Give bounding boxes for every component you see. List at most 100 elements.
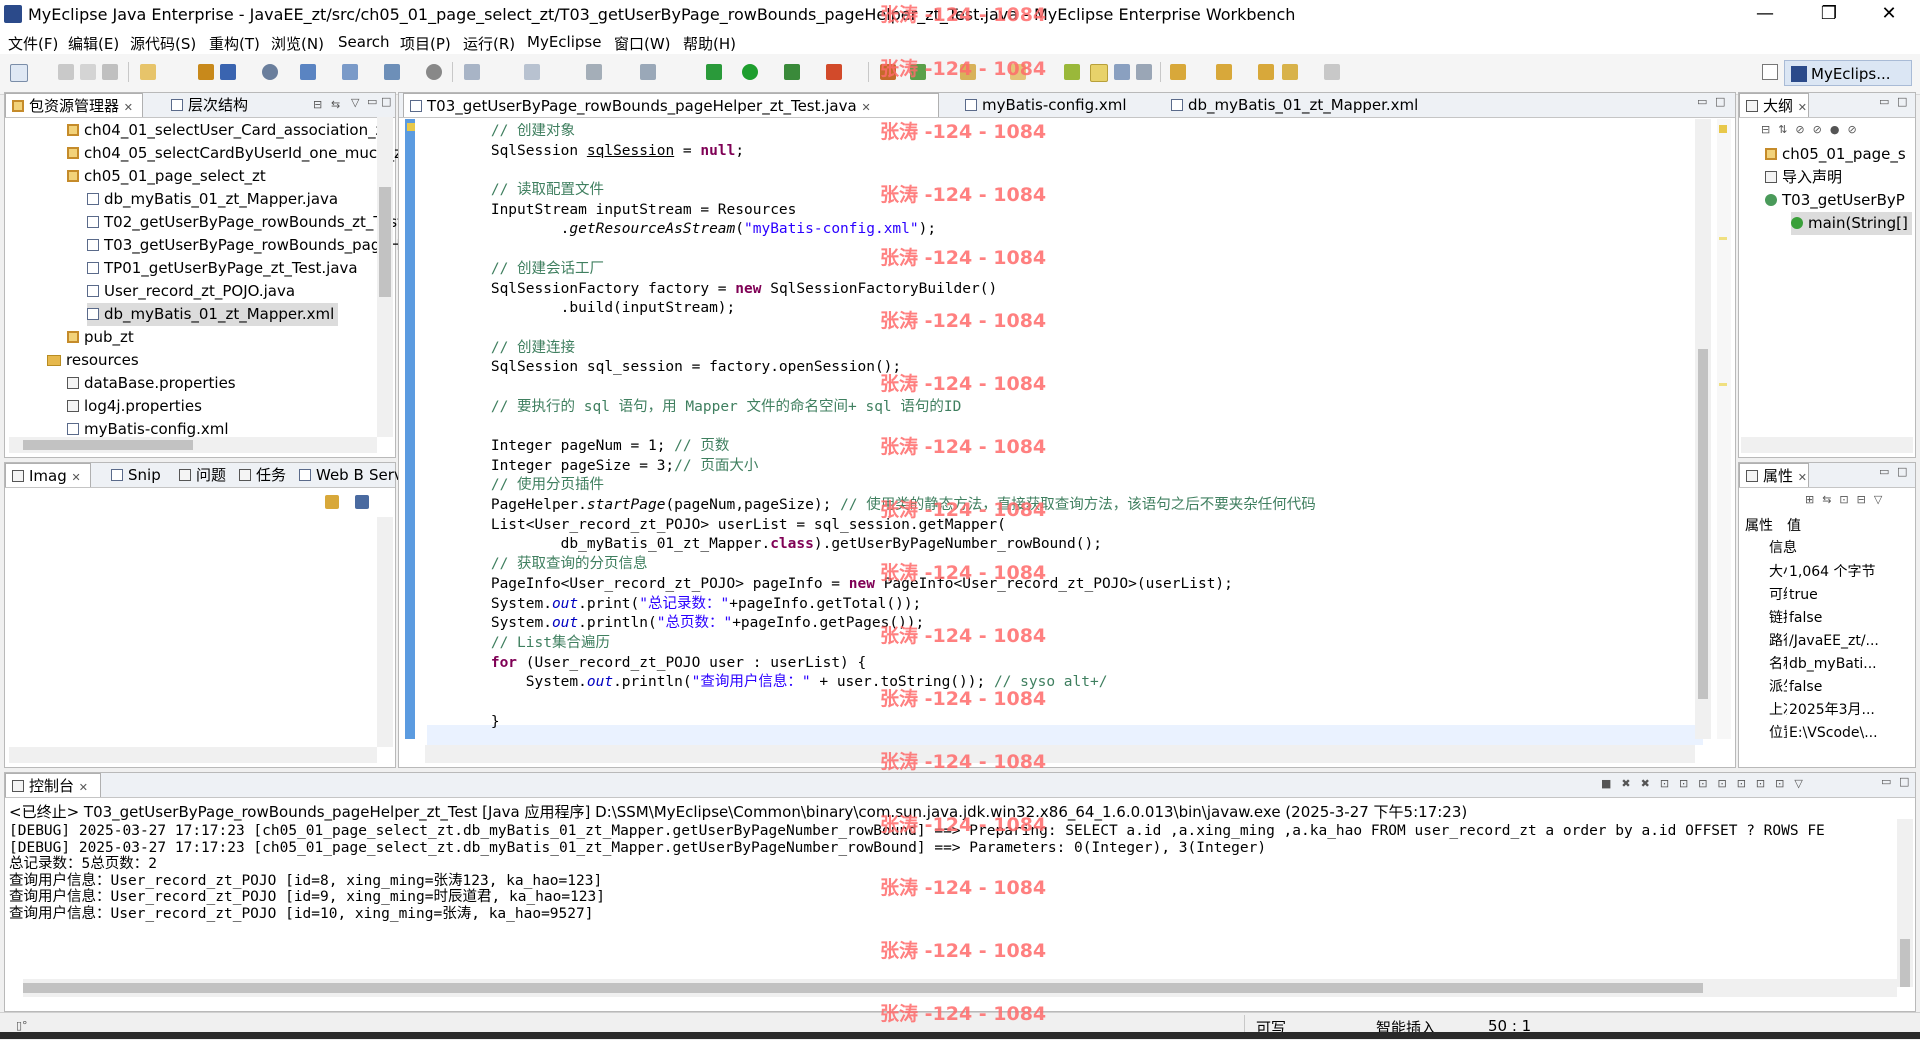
annotation-icon[interactable] (1064, 64, 1080, 80)
external-tools-icon[interactable] (826, 64, 842, 80)
tab-tasks[interactable]: 任务 (233, 463, 295, 487)
minimize-view-icon[interactable]: ▭ (1881, 775, 1891, 788)
minimize-view-icon[interactable]: ▭ (1879, 465, 1889, 478)
outline-item[interactable]: 导入声明 (1765, 166, 1842, 189)
code-line[interactable]: System.out.println("查询用户信息：" + user.toSt… (421, 674, 1691, 694)
new-project-icon[interactable] (140, 64, 156, 80)
back-history-icon[interactable] (464, 64, 480, 80)
coverage-icon[interactable] (784, 64, 800, 80)
minimize-view-icon[interactable]: ▭ (367, 95, 377, 108)
code-line[interactable] (421, 418, 1691, 438)
globe-icon[interactable] (426, 64, 442, 80)
tab-hierarchy[interactable]: 层次结构 (165, 93, 275, 117)
tab-properties[interactable]: 属性 ✕ (1739, 463, 1809, 487)
zoom-fit-icon[interactable] (355, 495, 369, 509)
menu-file[interactable]: 文件(F) (8, 33, 58, 54)
scrollbar-thumb[interactable] (1900, 939, 1910, 987)
horizontal-scrollbar[interactable] (425, 745, 1695, 763)
code-line[interactable]: // 创建对象 (421, 123, 1691, 143)
code-line[interactable]: // 创建连接 (421, 340, 1691, 360)
code-line[interactable]: // 创建会话工厂 (421, 261, 1691, 281)
maximize-view-icon[interactable]: □ (381, 95, 391, 108)
tree-item[interactable]: ch04_05_selectCardByUserId_one_much_zt (67, 142, 408, 165)
save-all-icon[interactable] (80, 64, 96, 80)
deploy-icon[interactable] (300, 64, 316, 80)
back-icon[interactable] (1282, 64, 1298, 80)
collapse-all-icon[interactable]: ⊟ (313, 98, 322, 111)
close-icon[interactable]: ✕ (72, 471, 81, 484)
code-line[interactable]: PageHelper.startPage(pageNum,pageSize); … (421, 497, 1691, 517)
scrollbar-thumb[interactable] (379, 187, 391, 297)
property-row[interactable]: 派生false (1739, 676, 1915, 699)
print-icon[interactable] (102, 64, 118, 80)
outline-item-selected[interactable]: main(String[] (1791, 212, 1912, 235)
outline-toolbar[interactable]: ⊟⇅⊘⊘●⊘ (1761, 123, 1865, 136)
tree-item-selected[interactable]: db_myBatis_01_zt_Mapper.xml (87, 303, 339, 326)
horizontal-scrollbar[interactable] (9, 437, 377, 453)
tab-problems[interactable]: 问题 (173, 463, 235, 487)
close-button[interactable]: ✕ (1866, 0, 1912, 30)
package-icon[interactable] (198, 64, 214, 80)
tab-package-explorer[interactable]: 包资源管理器 ✕ (5, 93, 143, 117)
save-icon[interactable] (58, 64, 74, 80)
tree-item[interactable]: ch04_01_selectUser_Card_association_zt (67, 119, 389, 142)
task-icon[interactable] (640, 64, 656, 80)
view-menu-icon[interactable]: ▽ (351, 96, 359, 109)
scrollbar-thumb[interactable] (1698, 349, 1708, 699)
code-line[interactable]: SqlSessionFactory factory = new SqlSessi… (421, 281, 1691, 301)
code-line[interactable]: Integer pageNum = 1; // 页数 (421, 438, 1691, 458)
code-line[interactable] (421, 162, 1691, 182)
code-line[interactable]: SqlSession sql_session = factory.openSes… (421, 359, 1691, 379)
perspective-myeclipse[interactable]: MyEclips... (1784, 60, 1912, 86)
code-line[interactable]: System.out.print("总记录数："+pageInfo.getTot… (421, 596, 1691, 616)
tree-item[interactable]: ch05_01_page_select_zt (67, 165, 266, 188)
scrollbar-thumb[interactable] (23, 440, 193, 450)
menu-help[interactable]: 帮助(H) (683, 33, 736, 54)
forward-icon[interactable] (1324, 64, 1340, 80)
tree-item[interactable]: log4j.properties (67, 395, 202, 418)
code-line[interactable]: Integer pageSize = 3;// 页面大小 (421, 458, 1691, 478)
menu-window[interactable]: 窗口(W) (614, 33, 671, 54)
code-line[interactable]: for (User_record_zt_POJO user : userList… (421, 655, 1691, 675)
block-selection-icon[interactable] (1114, 64, 1130, 80)
code-line[interactable]: db_myBatis_01_zt_Mapper.class).getUserBy… (421, 536, 1691, 556)
maximize-view-icon[interactable]: □ (1715, 95, 1725, 108)
property-row[interactable]: 上次2025年3月... (1739, 699, 1915, 722)
menu-project[interactable]: 项目(P) (400, 33, 451, 54)
tab-outline[interactable]: 大纲 ✕ (1739, 93, 1809, 117)
last-edit-icon[interactable] (1258, 64, 1274, 80)
outline-item[interactable]: T03_getUserByP (1765, 189, 1905, 212)
property-row[interactable]: 链接false (1739, 607, 1915, 630)
code-line[interactable]: PageInfo<User_record_zt_POJO> pageInfo =… (421, 576, 1691, 596)
debug-icon[interactable] (706, 64, 722, 80)
code-line[interactable]: List<User_record_zt_POJO> userList = sql… (421, 517, 1691, 537)
code-line[interactable]: .getResourceAsStream("myBatis-config.xml… (421, 221, 1691, 241)
code-line[interactable] (421, 320, 1691, 340)
property-row[interactable]: 位置E:\VScode\... (1739, 722, 1915, 745)
server-icon[interactable] (262, 64, 278, 80)
console-toolbar[interactable]: ■✖✖⊡⊡⊡⊡⊡⊡⊡▽ (1601, 777, 1813, 790)
maximize-view-icon[interactable]: □ (1897, 95, 1907, 108)
tab-snip[interactable]: Snip (105, 463, 171, 487)
code-line[interactable]: .build(inputStream); (421, 300, 1691, 320)
close-icon[interactable]: ✕ (124, 101, 133, 114)
tab-console[interactable]: 控制台 ✕ (5, 773, 101, 797)
code-line[interactable]: SqlSession sqlSession = null; (421, 143, 1691, 163)
next-annotation-icon[interactable] (1170, 64, 1186, 80)
code-line[interactable] (421, 694, 1691, 714)
code-line[interactable]: } (421, 714, 1691, 733)
maximize-view-icon[interactable]: □ (1897, 465, 1907, 478)
code-line[interactable] (421, 379, 1691, 399)
menu-navigate[interactable]: 浏览(N) (271, 33, 324, 54)
tab-editor-t03[interactable]: T03_getUserByPage_rowBounds_pageHelper_z… (403, 93, 939, 117)
minimize-view-icon[interactable]: ▭ (1697, 95, 1707, 108)
property-row[interactable]: 大小1,064 个字节 (1739, 561, 1915, 584)
tab-web-browser[interactable]: Web B (293, 463, 367, 487)
run-icon[interactable] (742, 64, 758, 80)
close-icon[interactable]: ✕ (861, 101, 870, 114)
run-server-icon[interactable] (342, 64, 358, 80)
tree-item[interactable]: resources (47, 349, 139, 372)
menu-source[interactable]: 源代码(S) (130, 33, 196, 54)
open-type-icon[interactable] (524, 64, 540, 80)
code-line[interactable]: // 要执行的 sql 语句，用 Mapper 文件的命名空间+ sql 语句的… (421, 399, 1691, 419)
